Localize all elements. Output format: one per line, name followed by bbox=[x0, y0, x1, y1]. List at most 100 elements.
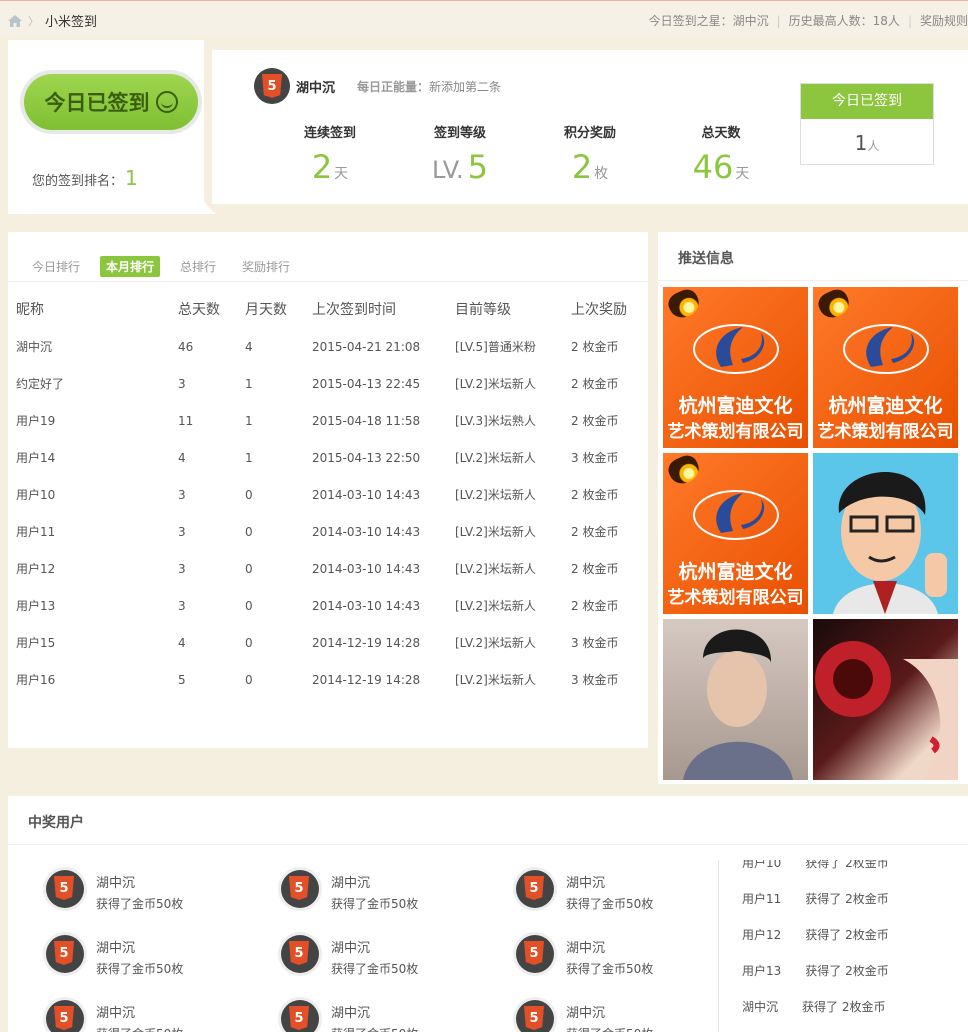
chevron-right-icon: 〉 bbox=[28, 14, 39, 28]
table-cell[interactable]: 湖中沉 bbox=[16, 328, 178, 365]
avatar[interactable]: 5 bbox=[516, 870, 554, 908]
winner-desc: 获得了金币50枚 bbox=[566, 897, 654, 911]
table-cell: [LV.2]米坛新人 bbox=[455, 451, 536, 465]
user-name[interactable]: 湖中沉 bbox=[296, 77, 335, 96]
ad-image[interactable]: 杭州富迪文化 艺术策划有限公司 bbox=[663, 453, 808, 614]
table-cell: 3 bbox=[178, 376, 186, 391]
column-header: 月天数 bbox=[245, 302, 287, 318]
table-cell: 2 枚金币 bbox=[571, 414, 619, 428]
stat-unit: 天 bbox=[735, 166, 750, 182]
table-cell: 2014-03-10 14:43 bbox=[312, 561, 421, 576]
table-cell: 2015-04-13 22:50 bbox=[312, 450, 421, 465]
table-cell[interactable]: 用户19 bbox=[16, 402, 178, 439]
winner-desc: 获得了金币50枚 bbox=[96, 897, 184, 911]
portrait-image[interactable] bbox=[813, 619, 958, 780]
winner-desc: 获得了金币50枚 bbox=[96, 1025, 183, 1032]
avatar[interactable]: 5 bbox=[516, 1000, 554, 1032]
winner-item[interactable]: 5 湖中沉获得了金币50枚 bbox=[281, 1000, 418, 1032]
avatar[interactable]: 5 bbox=[46, 935, 84, 973]
divider: | bbox=[907, 14, 912, 28]
winner-item[interactable]: 5 湖中沉获得了金币50枚 bbox=[46, 870, 183, 912]
winner-item[interactable]: 5 湖中沉获得了金币50枚 bbox=[46, 935, 183, 977]
table-cell: [LV.3]米坛熟人 bbox=[455, 414, 536, 428]
ad-line-2: 艺术策划有限公司 bbox=[667, 422, 804, 442]
list-user[interactable]: 用户12 bbox=[742, 928, 781, 942]
avatar[interactable]: 5 bbox=[281, 935, 319, 973]
my-rank: 您的签到排名： 1 bbox=[32, 166, 138, 190]
winner-item[interactable]: 5 湖中沉获得了金币50枚 bbox=[516, 870, 653, 912]
table-row: 约定好了 3 1 2015-04-13 22:45 [LV.2]米坛新人 2 枚金币 bbox=[16, 365, 636, 402]
ranking-panel: 今日排行 本月排行 总排行 奖励排行 昵称 总天数 月天数 上次签到时间 目前等… bbox=[8, 232, 648, 748]
html5-icon: 5 bbox=[262, 74, 282, 98]
today-star: 今日签到之星：湖中沉 bbox=[648, 14, 769, 28]
tab-month-rank[interactable]: 本月排行 bbox=[100, 256, 161, 277]
tab-today-rank[interactable]: 今日排行 bbox=[26, 256, 86, 277]
table-cell: 1 bbox=[245, 413, 253, 428]
ad-image[interactable]: 杭州富迪文化 艺术策划有限公司 bbox=[813, 287, 958, 448]
table-cell: 2 枚金币 bbox=[571, 525, 619, 539]
ad-image[interactable]: 杭州富迪文化 艺术策划有限公司 bbox=[663, 287, 808, 448]
list-user[interactable]: 用户10 bbox=[742, 860, 781, 870]
table-cell: [LV.2]米坛新人 bbox=[455, 599, 536, 613]
avatar[interactable]: 5 bbox=[516, 935, 554, 973]
tab-reward-rank[interactable]: 奖励排行 bbox=[236, 256, 296, 277]
sign-summary: 5 湖中沉 每日正能量：新添加第二条 连续签到 2天 签到等级 LV. 5 积分奖… bbox=[212, 50, 968, 204]
portrait-image[interactable] bbox=[663, 619, 808, 780]
table-cell[interactable]: 用户13 bbox=[16, 587, 178, 624]
stat-value: 5 bbox=[467, 148, 489, 186]
list-user[interactable]: 湖中沉 bbox=[742, 1000, 778, 1014]
table-row: 用户11 3 0 2014-03-10 14:43 [LV.2]米坛新人 2 枚金币 bbox=[16, 513, 636, 550]
table-cell: 3 bbox=[178, 598, 186, 613]
list-user[interactable]: 用户13 bbox=[742, 964, 781, 978]
table-row: 用户15 4 0 2014-12-19 14:28 [LV.2]米坛新人 3 枚金币 bbox=[16, 624, 636, 661]
table-cell[interactable]: 用户15 bbox=[16, 624, 178, 661]
table-cell[interactable]: 用户16 bbox=[16, 661, 178, 698]
table-cell[interactable]: 用户14 bbox=[16, 439, 178, 476]
home-icon[interactable] bbox=[8, 14, 22, 27]
winner-item[interactable]: 5 湖中沉获得了金币50枚 bbox=[46, 1000, 183, 1032]
stat-label: 连续签到 bbox=[303, 126, 356, 141]
column-header: 目前等级 bbox=[455, 302, 511, 318]
list-reward: 获得了 2枚金币 bbox=[805, 964, 889, 978]
avatar[interactable]: 5 bbox=[281, 1000, 319, 1032]
stat-label: 总天数 bbox=[701, 126, 741, 141]
winner-item[interactable]: 5 湖中沉获得了金币50枚 bbox=[281, 935, 418, 977]
tab-total-rank[interactable]: 总排行 bbox=[174, 256, 222, 277]
table-cell: 46 bbox=[178, 339, 194, 354]
stat-total-days: 总天数 46 天 bbox=[666, 122, 776, 192]
winner-desc: 获得了金币50枚 bbox=[566, 1025, 653, 1032]
table-cell: 0 bbox=[245, 672, 253, 687]
winner-item[interactable]: 5 湖中沉获得了金币50枚 bbox=[281, 870, 418, 912]
table-cell[interactable]: 用户12 bbox=[16, 550, 178, 587]
rules-link[interactable]: 奖励规则 bbox=[920, 14, 968, 28]
list-user[interactable]: 用户11 bbox=[742, 892, 781, 906]
column-header: 昵称 bbox=[16, 302, 44, 318]
cartoon-image[interactable] bbox=[813, 453, 958, 614]
table-cell: 11 bbox=[178, 413, 194, 428]
winner-item[interactable]: 5 湖中沉获得了金币50枚 bbox=[516, 935, 653, 977]
avatar[interactable]: 5 bbox=[46, 1000, 84, 1032]
list-item: 用户11 获得了 2枚金币 bbox=[742, 890, 889, 907]
table-cell[interactable]: 用户11 bbox=[16, 513, 178, 550]
avatar[interactable]: 5 bbox=[46, 870, 84, 908]
avatar[interactable]: 5 bbox=[281, 870, 319, 908]
table-cell: 3 枚金币 bbox=[571, 673, 619, 687]
winner-name: 湖中沉 bbox=[331, 876, 371, 891]
table-row: 用户16 5 0 2014-12-19 14:28 [LV.2]米坛新人 3 枚金币 bbox=[16, 661, 636, 698]
divider bbox=[658, 280, 968, 281]
table-cell: 2014-03-10 14:43 bbox=[312, 524, 421, 539]
company-logo bbox=[693, 490, 779, 540]
table-cell: 2 枚金币 bbox=[571, 562, 619, 576]
winner-desc: 获得了金币50枚 bbox=[96, 962, 184, 976]
daily-energy-text: 新添加第二条 bbox=[429, 79, 502, 94]
table-cell: 2 枚金币 bbox=[571, 340, 619, 354]
stat-value: 2 bbox=[571, 148, 593, 186]
avatar[interactable]: 5 bbox=[254, 68, 290, 104]
list-item: 湖中沉 获得了 2枚金币 bbox=[742, 998, 885, 1015]
table-cell[interactable]: 用户10 bbox=[16, 476, 178, 513]
winner-item[interactable]: 5 湖中沉获得了金币50枚 bbox=[516, 1000, 653, 1032]
signed-today-button[interactable]: 今日已签到 bbox=[20, 70, 202, 134]
winner-name: 湖中沉 bbox=[331, 941, 371, 956]
table-cell[interactable]: 约定好了 bbox=[16, 365, 178, 402]
winners-panel: 中奖用户 5 湖中沉 获得了金币50枚 5 湖中沉 获得了金币50枚 5 湖中沉 获得了金币50… bbox=[8, 796, 968, 1032]
